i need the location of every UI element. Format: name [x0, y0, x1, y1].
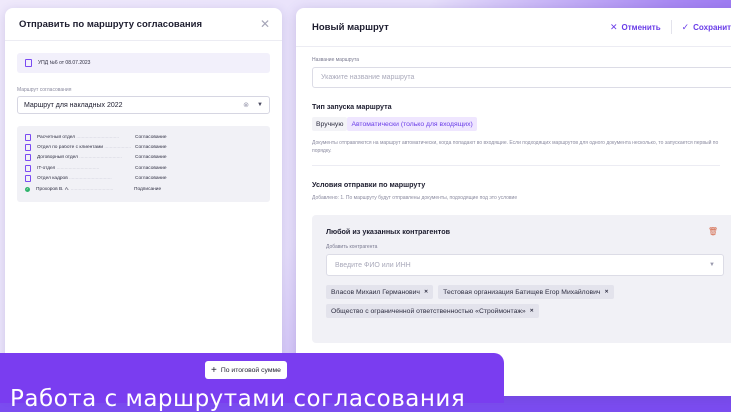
send-route-dialog: Отправить по маршруту согласования ✕ УПД…	[5, 8, 282, 396]
step-action: Согласование	[135, 145, 167, 151]
document-box: УПД №6 от 08.07.2023	[17, 53, 270, 73]
document-icon	[25, 164, 31, 172]
document-icon	[25, 144, 31, 152]
counterparty-placeholder: Введите ФИО или ИНН	[335, 261, 411, 269]
step-action: Согласование	[135, 176, 167, 182]
cancel-label: Отменить	[621, 22, 661, 32]
list-item: ✓ Прохоров В. А. Подписание	[25, 184, 262, 194]
condition-title: Любой из указанных контрагентов	[326, 227, 450, 236]
list-item: Расчетный отдел Согласование	[25, 132, 262, 142]
dialog-header: Отправить по маршруту согласования ✕	[5, 8, 282, 41]
divider	[312, 165, 720, 166]
add-condition-label: По итоговой сумме	[220, 366, 281, 374]
step-name: IT-отдел	[37, 166, 131, 171]
step-name: Договорный отдел	[37, 155, 131, 160]
tag-label: Общество с ограниченной ответственностью…	[331, 307, 526, 315]
list-item: Отдел кадров Согласование	[25, 174, 262, 184]
launch-manual-option[interactable]: Вручную	[312, 117, 348, 131]
step-action: Согласование	[135, 165, 167, 171]
dialog-title: Отправить по маршруту согласования	[19, 18, 202, 30]
check-icon: ✓	[25, 186, 30, 192]
launch-type-toggle: Вручную Автоматически (только для входящ…	[312, 117, 720, 131]
chevron-down-icon[interactable]: ▼	[709, 262, 715, 268]
counterparty-input[interactable]: Введите ФИО или ИНН ▼	[326, 254, 724, 276]
launch-type-title: Тип запуска маршрута	[312, 102, 392, 111]
document-icon	[25, 154, 31, 162]
launch-hint: Документы отправляются на маршрут автома…	[312, 140, 719, 154]
counterparty-tags: Власов Михаил Германович ✕ Тестовая орга…	[326, 285, 724, 318]
new-route-panel: Новый маршрут ✕ Отменить ✓ Сохранить Наз…	[296, 8, 731, 396]
check-icon: ✓	[681, 21, 690, 32]
divider	[670, 20, 672, 34]
tag-label: Власов Михаил Германович	[331, 288, 420, 296]
route-name-placeholder: Укажите название маршрута	[321, 74, 415, 81]
route-label: Маршрут согласования	[17, 87, 72, 93]
document-name: УПД №6 от 08.07.2023	[38, 60, 91, 66]
conditions-hint: Добавлено: 1. По маршруту будут отправле…	[312, 195, 518, 201]
launch-auto-option[interactable]: Автоматически (только для входящих)	[347, 117, 477, 131]
clear-icon[interactable]: ⊗	[243, 101, 249, 109]
list-item: IT-отдел Согласование	[25, 163, 262, 173]
document-icon	[25, 133, 31, 141]
chevron-down-icon[interactable]: ▼	[257, 102, 263, 108]
route-name-label: Название маршрута	[312, 57, 359, 63]
close-icon: ✕	[609, 21, 618, 32]
step-name: Прохоров В. А.	[36, 187, 130, 192]
step-name: Отдел кадров	[37, 176, 131, 181]
counterparty-tag: Власов Михаил Германович ✕	[326, 285, 434, 299]
remove-tag-icon[interactable]: ✕	[604, 289, 608, 295]
panel-title: Новый маршрут	[312, 21, 389, 33]
trash-icon[interactable]: 🗑	[708, 227, 718, 236]
plus-icon: +	[211, 364, 217, 376]
document-icon	[25, 175, 31, 183]
step-name: Отдел по работе с клиентами	[37, 145, 131, 150]
add-condition-button[interactable]: + По итоговой сумме	[205, 361, 287, 379]
remove-tag-icon[interactable]: ✕	[530, 308, 534, 314]
list-item: Договорный отдел Согласование	[25, 153, 262, 163]
cancel-button[interactable]: ✕ Отменить	[610, 22, 661, 33]
banner-text: Работа с маршрутами согласования	[10, 386, 466, 412]
step-action: Согласование	[135, 155, 167, 161]
counterparty-tag: Общество с ограниченной ответственностью…	[326, 304, 539, 318]
remove-tag-icon[interactable]: ✕	[424, 289, 428, 295]
route-select[interactable]: Маршрут для накладных 2022 ⊗ ▼	[17, 96, 270, 114]
panel-header: Новый маршрут ✕ Отменить ✓ Сохранить	[296, 8, 731, 47]
tag-label: Тестовая организация Батищев Егор Михайл…	[443, 288, 601, 296]
save-button[interactable]: ✓ Сохранить	[682, 22, 731, 33]
step-action: Подписание	[134, 186, 162, 192]
route-name-input[interactable]: Укажите название маршрута	[312, 67, 731, 88]
conditions-title: Условия отправки по маршруту	[312, 180, 426, 189]
step-name: Расчетный отдел	[37, 135, 131, 140]
route-value: Маршрут для накладных 2022	[24, 101, 123, 109]
counterparty-tag: Тестовая организация Батищев Егор Михайл…	[438, 285, 614, 299]
step-action: Согласование	[135, 134, 167, 140]
save-label: Сохранить	[693, 22, 731, 32]
document-icon	[25, 59, 32, 67]
condition-card: 🗑 Любой из указанных контрагентов Добави…	[312, 215, 731, 343]
add-counterparty-label: Добавить контрагента	[326, 244, 378, 250]
list-item: Отдел по работе с клиентами Согласование	[25, 142, 262, 152]
close-icon[interactable]: ✕	[260, 17, 270, 31]
route-steps-list: Расчетный отдел Согласование Отдел по ра…	[17, 126, 270, 203]
